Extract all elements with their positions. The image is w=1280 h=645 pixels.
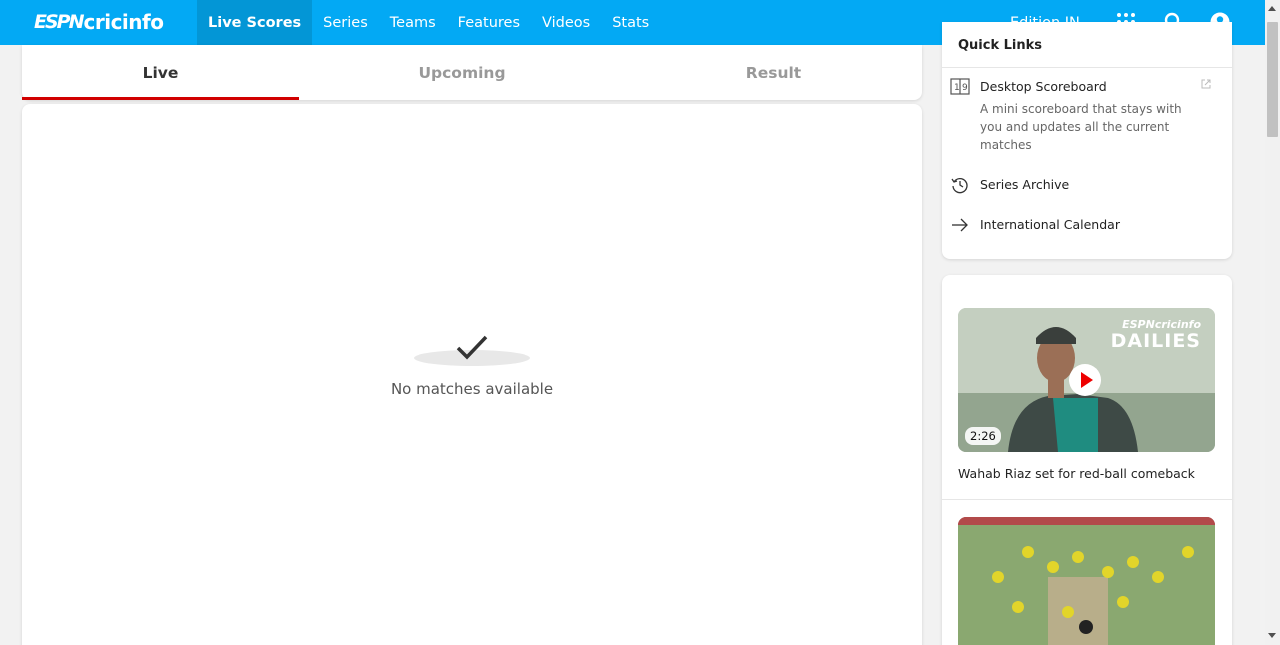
nav-teams[interactable]: Teams [379, 0, 447, 45]
svg-text:9: 9 [962, 83, 968, 93]
video-thumbnail[interactable] [958, 517, 1215, 645]
quick-link-series-archive[interactable]: Series Archive [950, 176, 1220, 196]
nav-features[interactable]: Features [447, 0, 531, 45]
divider [942, 67, 1232, 68]
scoreboard-icon: 1 9 [950, 78, 970, 95]
nav-live-scores[interactable]: Live Scores [197, 0, 313, 45]
quick-link-label: Desktop Scoreboard [980, 79, 1107, 94]
video-title[interactable]: Wahab Riaz set for red-ball comeback [958, 466, 1195, 481]
play-icon[interactable] [1069, 364, 1101, 396]
espncricinfo-logo[interactable]: ESPN cricinfo [34, 10, 164, 34]
quick-link-label: Series Archive [980, 177, 1070, 192]
scroll-down-arrow[interactable] [1268, 633, 1276, 638]
scroll-up-arrow[interactable] [1268, 6, 1276, 11]
scrollbar-thumb[interactable] [1267, 22, 1278, 137]
no-matches-message: No matches available [390, 380, 554, 398]
match-status-tabs: Live Upcoming Result [22, 45, 922, 100]
celebration-photo [958, 517, 1215, 645]
nav-series[interactable]: Series [312, 0, 379, 45]
arrow-right-icon [952, 218, 968, 232]
main-nav: Live Scores Series Teams Features Videos… [197, 0, 660, 45]
quick-link-label: International Calendar [980, 217, 1120, 232]
tab-upcoming[interactable]: Upcoming [299, 45, 625, 100]
history-icon [951, 178, 968, 194]
empty-state: No matches available [22, 332, 922, 398]
quick-link-desktop-scoreboard[interactable]: 1 9 Desktop Scoreboard A mini scoreboard… [950, 78, 1220, 158]
external-link-icon [1201, 79, 1211, 89]
divider [942, 499, 1232, 500]
video-duration: 2:26 [965, 427, 1001, 445]
page-scrollbar[interactable] [1265, 0, 1280, 645]
svg-text:1: 1 [954, 83, 960, 93]
quick-link-international-calendar[interactable]: International Calendar [950, 216, 1220, 236]
tab-live[interactable]: Live [22, 45, 299, 100]
video-thumbnail[interactable]: ESPNcricinfo DAILIES 2:26 [958, 308, 1215, 452]
nav-videos[interactable]: Videos [531, 0, 601, 45]
video-overlay-branding: ESPNcricinfo DAILIES [1110, 318, 1201, 352]
nav-stats[interactable]: Stats [601, 0, 660, 45]
videos-card: ESPNcricinfo DAILIES 2:26 Wahab Riaz set… [942, 275, 1232, 645]
tab-result[interactable]: Result [625, 45, 922, 100]
quick-links-card: Quick Links 1 9 Desktop Scoreboard A min… [942, 22, 1232, 259]
matches-panel: No matches available [22, 104, 922, 645]
quick-link-description: A mini scoreboard that stays with you an… [980, 102, 1182, 152]
quick-links-title: Quick Links [958, 38, 1043, 53]
checkmark-icon [414, 335, 530, 366]
